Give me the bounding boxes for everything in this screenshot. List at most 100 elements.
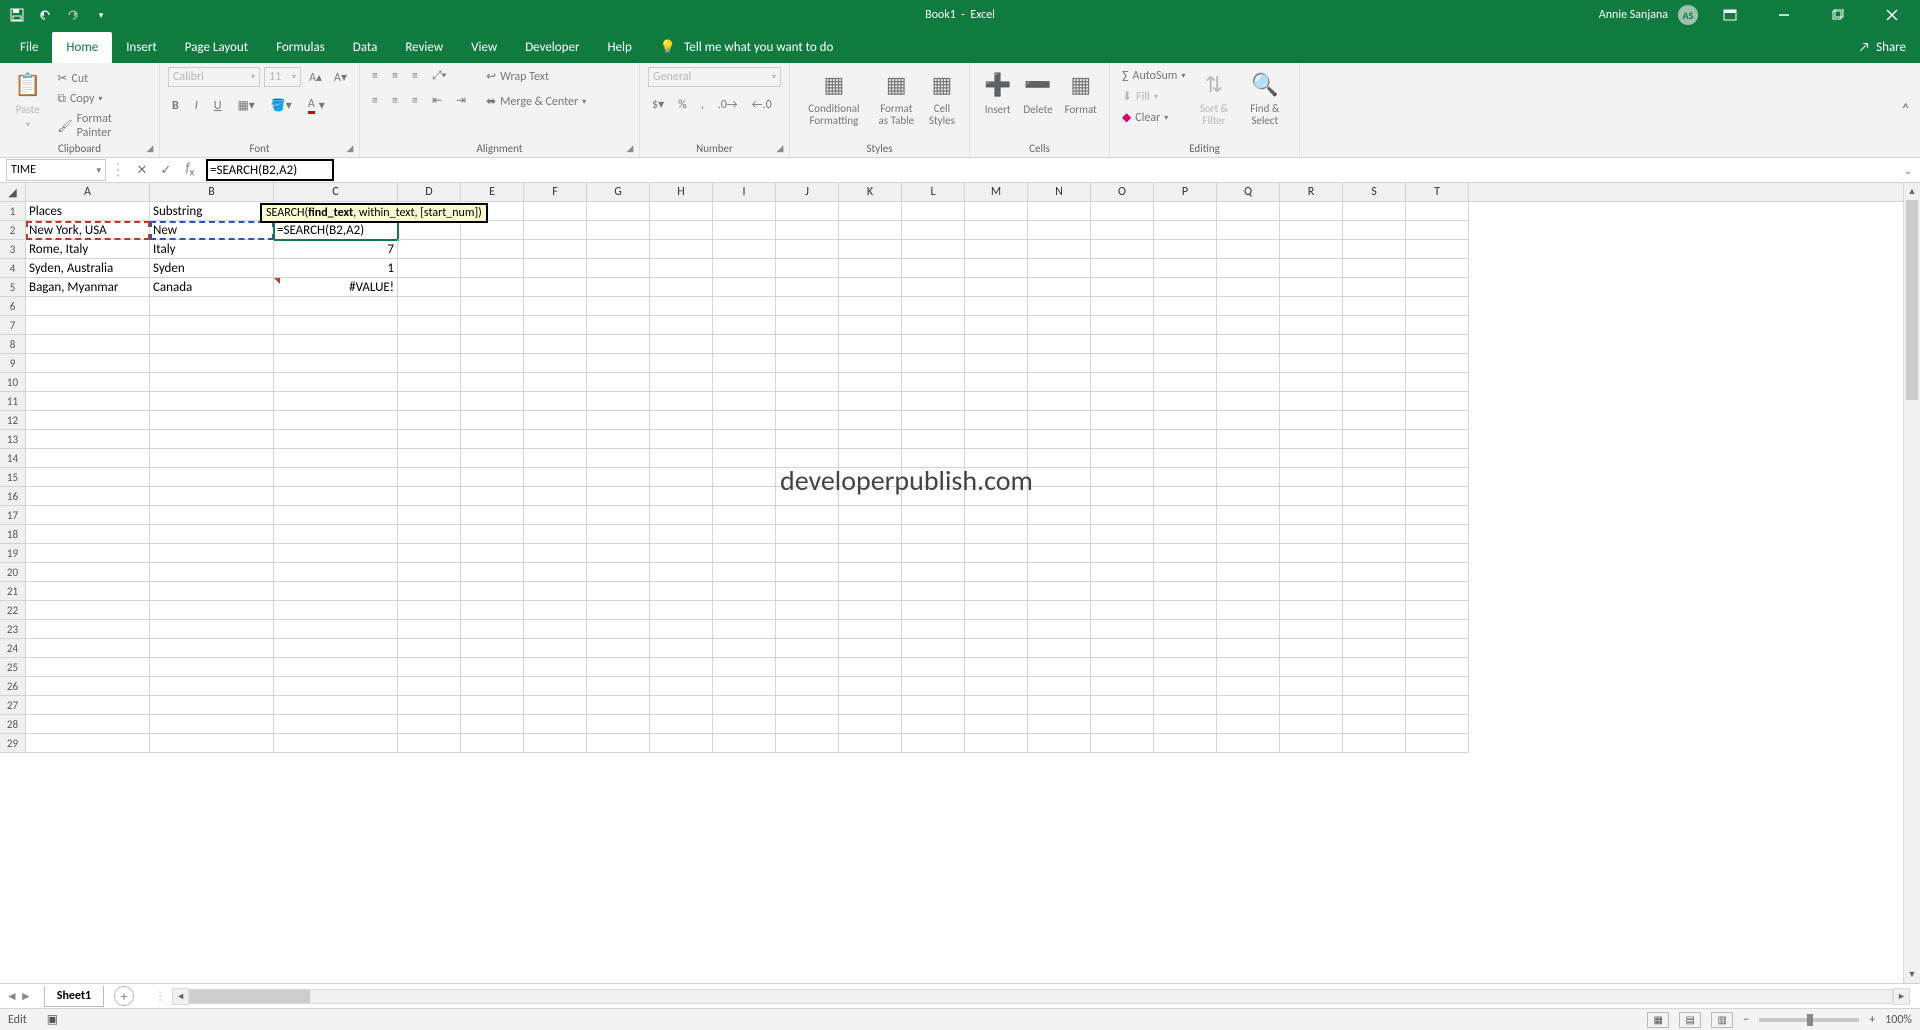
cell-M5[interactable] xyxy=(965,278,1028,297)
cell-I15[interactable] xyxy=(713,468,776,487)
cell-T11[interactable] xyxy=(1406,392,1469,411)
cell-B26[interactable] xyxy=(150,677,274,696)
cell-M7[interactable] xyxy=(965,316,1028,335)
cell-M11[interactable] xyxy=(965,392,1028,411)
underline-button[interactable]: U xyxy=(210,95,226,116)
cell-A2[interactable]: New York, USA xyxy=(26,221,150,240)
cell-O25[interactable] xyxy=(1091,658,1154,677)
cell-G5[interactable] xyxy=(587,278,650,297)
number-format-combo[interactable]: General▾ xyxy=(648,67,781,87)
cell-E17[interactable] xyxy=(461,506,524,525)
cell-Q12[interactable] xyxy=(1217,411,1280,430)
cell-Q24[interactable] xyxy=(1217,639,1280,658)
cell-B19[interactable] xyxy=(150,544,274,563)
cell-C14[interactable] xyxy=(274,449,398,468)
tab-formulas[interactable]: Formulas xyxy=(262,32,339,63)
cell-P1[interactable] xyxy=(1154,202,1217,221)
cell-I28[interactable] xyxy=(713,715,776,734)
conditional-formatting-button[interactable]: ▦Conditional Formatting xyxy=(798,67,870,135)
cell-E18[interactable] xyxy=(461,525,524,544)
decrease-decimal-icon[interactable]: ←.0 xyxy=(748,95,776,114)
column-header-N[interactable]: N xyxy=(1028,183,1091,201)
cell-R1[interactable] xyxy=(1280,202,1343,221)
cell-B23[interactable] xyxy=(150,620,274,639)
cell-G16[interactable] xyxy=(587,487,650,506)
minimize-button[interactable] xyxy=(1762,0,1806,30)
column-header-Q[interactable]: Q xyxy=(1217,183,1280,201)
cell-I8[interactable] xyxy=(713,335,776,354)
cell-N4[interactable] xyxy=(1028,259,1091,278)
cell-S1[interactable] xyxy=(1343,202,1406,221)
macro-record-icon[interactable]: ▣ xyxy=(47,1012,58,1027)
cell-O23[interactable] xyxy=(1091,620,1154,639)
page-layout-view-button[interactable]: ▤ xyxy=(1679,1012,1701,1028)
cell-N8[interactable] xyxy=(1028,335,1091,354)
cell-O7[interactable] xyxy=(1091,316,1154,335)
cell-E29[interactable] xyxy=(461,734,524,753)
font-size-combo[interactable]: 11▾ xyxy=(264,67,301,87)
cell-G7[interactable] xyxy=(587,316,650,335)
cell-J27[interactable] xyxy=(776,696,839,715)
cell-D14[interactable] xyxy=(398,449,461,468)
cell-S2[interactable] xyxy=(1343,221,1406,240)
cell-G23[interactable] xyxy=(587,620,650,639)
cell-S26[interactable] xyxy=(1343,677,1406,696)
row-header[interactable]: 26 xyxy=(0,677,26,696)
fill-button[interactable]: ⬇Fill▾ xyxy=(1118,87,1189,106)
cell-B17[interactable] xyxy=(150,506,274,525)
cell-G18[interactable] xyxy=(587,525,650,544)
cell-C25[interactable] xyxy=(274,658,398,677)
cell-I11[interactable] xyxy=(713,392,776,411)
cell-B7[interactable] xyxy=(150,316,274,335)
cell-F8[interactable] xyxy=(524,335,587,354)
cell-H26[interactable] xyxy=(650,677,713,696)
cell-C7[interactable] xyxy=(274,316,398,335)
cell-R27[interactable] xyxy=(1280,696,1343,715)
cell-T22[interactable] xyxy=(1406,601,1469,620)
cell-C4[interactable]: 1 xyxy=(274,259,398,278)
cell-P24[interactable] xyxy=(1154,639,1217,658)
font-name-combo[interactable]: Calibri▾ xyxy=(168,67,260,87)
cell-K19[interactable] xyxy=(839,544,902,563)
cell-F4[interactable] xyxy=(524,259,587,278)
cell-Q25[interactable] xyxy=(1217,658,1280,677)
cell-R12[interactable] xyxy=(1280,411,1343,430)
cell-R18[interactable] xyxy=(1280,525,1343,544)
cell-M12[interactable] xyxy=(965,411,1028,430)
cell-A25[interactable] xyxy=(26,658,150,677)
cell-K6[interactable] xyxy=(839,297,902,316)
enter-formula-button[interactable]: ✓ xyxy=(154,163,178,178)
cell-K1[interactable] xyxy=(839,202,902,221)
cell-R25[interactable] xyxy=(1280,658,1343,677)
cell-G6[interactable] xyxy=(587,297,650,316)
row-header[interactable]: 4 xyxy=(0,259,26,278)
cell-A4[interactable]: Syden, Australia xyxy=(26,259,150,278)
cell-I3[interactable] xyxy=(713,240,776,259)
cell-K22[interactable] xyxy=(839,601,902,620)
cell-Q4[interactable] xyxy=(1217,259,1280,278)
cell-J2[interactable] xyxy=(776,221,839,240)
cell-N29[interactable] xyxy=(1028,734,1091,753)
column-header-E[interactable]: E xyxy=(461,183,524,201)
cell-Q29[interactable] xyxy=(1217,734,1280,753)
cell-Q22[interactable] xyxy=(1217,601,1280,620)
cell-J4[interactable] xyxy=(776,259,839,278)
cell-S16[interactable] xyxy=(1343,487,1406,506)
alignment-dialog-launcher[interactable]: ◢ xyxy=(623,141,637,155)
cell-R11[interactable] xyxy=(1280,392,1343,411)
row-header[interactable]: 23 xyxy=(0,620,26,639)
cell-A27[interactable] xyxy=(26,696,150,715)
page-break-view-button[interactable]: ▥ xyxy=(1711,1012,1733,1028)
redo-icon[interactable] xyxy=(62,4,84,26)
cell-B4[interactable]: Syden xyxy=(150,259,274,278)
cell-M21[interactable] xyxy=(965,582,1028,601)
cell-J11[interactable] xyxy=(776,392,839,411)
cell-S4[interactable] xyxy=(1343,259,1406,278)
cell-K8[interactable] xyxy=(839,335,902,354)
cell-H4[interactable] xyxy=(650,259,713,278)
cell-F15[interactable] xyxy=(524,468,587,487)
cell-E13[interactable] xyxy=(461,430,524,449)
cell-R4[interactable] xyxy=(1280,259,1343,278)
cell-C9[interactable] xyxy=(274,354,398,373)
cell-J26[interactable] xyxy=(776,677,839,696)
